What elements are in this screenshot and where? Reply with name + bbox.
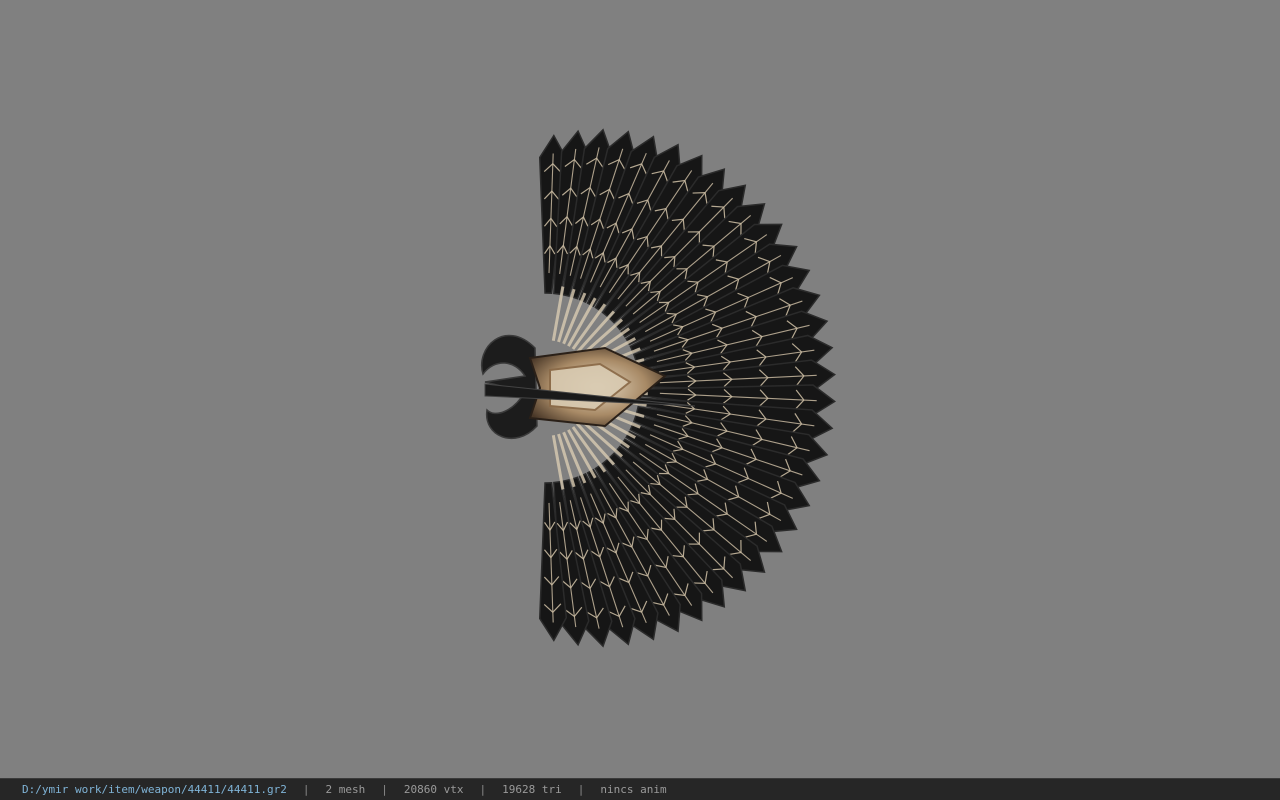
triangle-count: 19628 tri — [502, 783, 562, 796]
vertex-count: 20860 vtx — [403, 783, 464, 796]
file-path: D:/ymir work/item/weapon/44411/44411.gr2 — [22, 783, 287, 796]
model-preview[interactable] — [0, 0, 1280, 778]
3d-viewport[interactable] — [0, 0, 1280, 778]
animation-status: nincs anim — [600, 783, 667, 796]
separator: | — [479, 783, 487, 796]
status-bar: D:/ymir work/item/weapon/44411/44411.gr2… — [0, 778, 1280, 800]
separator: | — [381, 783, 388, 796]
mesh-count: 2 mesh — [325, 783, 366, 796]
fan-weapon-model — [480, 128, 837, 648]
separator: | — [577, 783, 585, 796]
separator: | — [302, 783, 310, 796]
